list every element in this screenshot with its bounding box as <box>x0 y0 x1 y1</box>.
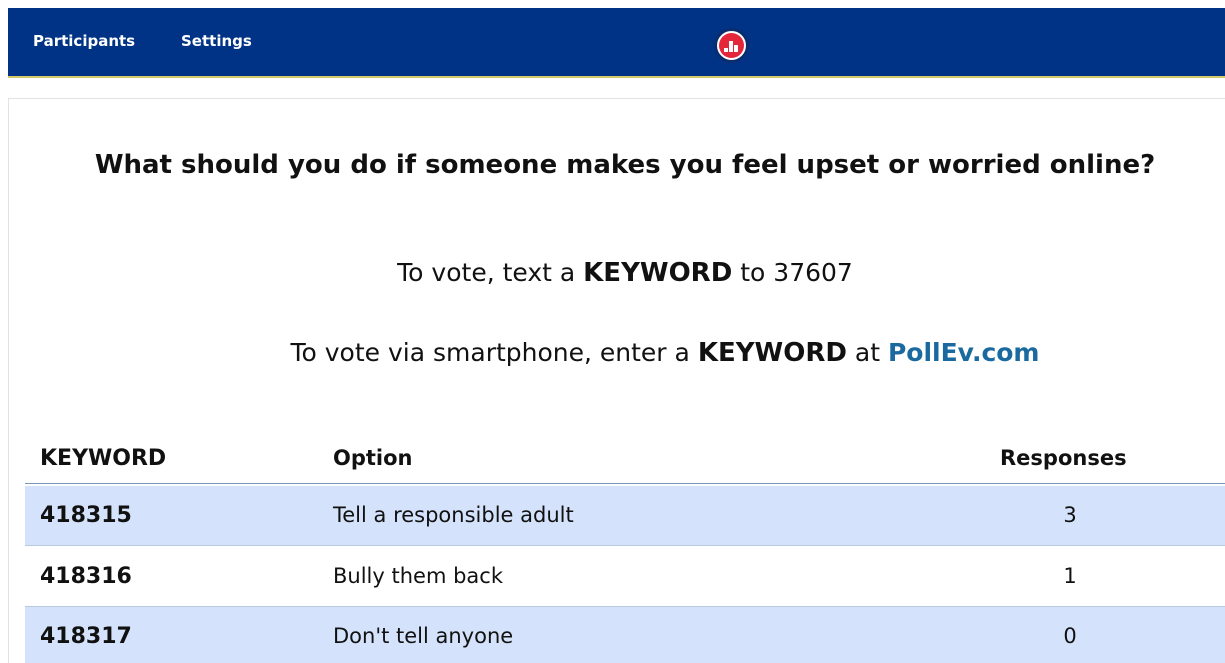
logo-circle <box>719 33 744 58</box>
text-vote-number: 37607 <box>773 258 853 287</box>
web-vote-middle: at <box>854 338 881 367</box>
options-table-header: KEYWORD Option Responses <box>25 440 1225 484</box>
header-option: Option <box>333 446 413 470</box>
row-option: Don't tell anyone <box>333 624 514 648</box>
poll-question: What should you do if someone makes you … <box>94 150 1156 180</box>
text-vote-keyword-word: KEYWORD <box>583 258 733 288</box>
web-vote-keyword-word: KEYWORD <box>697 338 847 368</box>
table-row: 418317 Don't tell anyone 0 <box>25 607 1225 663</box>
web-vote-prefix: To vote via smartphone, enter a <box>290 338 690 367</box>
page-gutter <box>0 0 8 663</box>
table-row: 418316 Bully them back 1 <box>25 547 1225 607</box>
text-vote-instruction: To vote, text a KEYWORD to 37607 <box>40 258 1210 288</box>
web-vote-instruction: To vote via smartphone, enter a KEYWORD … <box>80 338 1225 368</box>
row-keyword: 418316 <box>40 564 132 589</box>
row-keyword: 418315 <box>40 503 132 528</box>
row-keyword: 418317 <box>40 624 132 649</box>
row-responses: 3 <box>1063 503 1077 527</box>
header-keyword: KEYWORD <box>40 446 167 471</box>
text-vote-prefix: To vote, text a <box>397 258 576 287</box>
pollev-link[interactable]: PollEv.com <box>888 338 1040 367</box>
row-responses: 0 <box>1063 624 1077 648</box>
logo-bar <box>734 45 738 52</box>
nav-participants-link[interactable]: Participants <box>33 32 135 50</box>
nav-settings-link[interactable]: Settings <box>181 32 252 50</box>
text-vote-middle: to <box>740 258 766 287</box>
top-navigation-bar: Participants Settings <box>8 8 1225 78</box>
table-row: 418315 Tell a responsible adult 3 <box>25 486 1225 546</box>
row-option: Tell a responsible adult <box>333 503 574 527</box>
row-option: Bully them back <box>333 564 503 588</box>
logo-bar <box>729 41 733 52</box>
poll-everywhere-logo-icon[interactable] <box>714 28 749 63</box>
row-responses: 1 <box>1063 564 1077 588</box>
logo-bar <box>724 48 728 52</box>
header-responses: Responses <box>1000 446 1127 470</box>
